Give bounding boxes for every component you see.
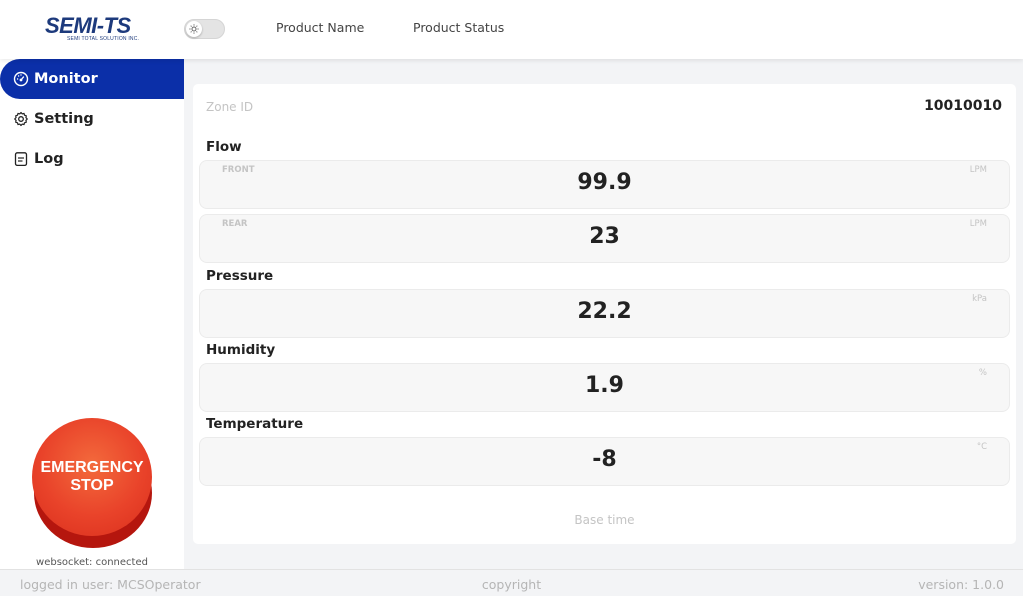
document-icon <box>14 152 28 167</box>
toggle-knob <box>186 21 202 37</box>
sun-icon <box>189 24 199 34</box>
humidity-title: Humidity <box>206 342 276 358</box>
zone-id-value: 10010010 <box>924 98 1002 114</box>
emergency-stop-button[interactable]: EMERGENCY STOP <box>32 418 152 536</box>
emergency-stop-line2: STOP <box>70 477 114 494</box>
websocket-status: websocket: connected <box>36 557 148 568</box>
pressure-title: Pressure <box>206 268 274 284</box>
flow-front-box: FRONT LPM 99.9 <box>199 160 1010 209</box>
temperature-title: Temperature <box>206 416 304 432</box>
nav-product-name[interactable]: Product Name <box>276 20 364 36</box>
flow-rear-value: 23 <box>589 224 620 249</box>
sidebar-item-log[interactable]: Log <box>0 139 184 179</box>
humidity-box: % 1.9 <box>199 363 1010 412</box>
monitor-card: Zone ID 10010010 Flow FRONT LPM 99.9 REA… <box>193 84 1016 544</box>
sidebar-item-label: Monitor <box>34 71 98 87</box>
gear-icon <box>14 111 28 127</box>
logo-text: SEMI-TS <box>45 13 131 38</box>
copyright-text: copyright <box>481 577 542 592</box>
theme-toggle[interactable] <box>184 19 225 39</box>
dashboard-icon <box>13 71 29 87</box>
emergency-stop-wrap: EMERGENCY STOP <box>32 418 152 548</box>
temperature-box: °C -8 <box>199 437 1010 486</box>
zone-id-label: Zone ID <box>206 100 254 114</box>
top-header: SEMI-TS SEMI TOTAL SOLUTION INC. Product… <box>0 0 1023 59</box>
flow-front-value: 99.9 <box>577 170 632 195</box>
sidebar-item-label: Setting <box>34 111 94 127</box>
humidity-value: 1.9 <box>585 373 624 398</box>
emergency-stop-line1: EMERGENCY <box>40 459 144 476</box>
sidebar-item-monitor[interactable]: Monitor <box>0 59 184 99</box>
sidebar: Monitor Setting Log EMERGENCY STOP webso… <box>0 59 184 569</box>
temperature-value: -8 <box>592 447 617 472</box>
sidebar-item-label: Log <box>34 151 64 167</box>
version-text: version: 1.0.0 <box>918 577 1004 592</box>
flow-title: Flow <box>206 139 242 155</box>
flow-rear-box: REAR LPM 23 <box>199 214 1010 263</box>
pressure-value: 22.2 <box>577 299 632 324</box>
base-time-label: Base time <box>574 513 635 527</box>
pressure-box: kPa 22.2 <box>199 289 1010 338</box>
logo-subtext: SEMI TOTAL SOLUTION INC. <box>67 36 140 42</box>
footer: logged in user: MCSOperator copyright ve… <box>0 569 1023 596</box>
semi-ts-logo[interactable]: SEMI-TS SEMI TOTAL SOLUTION INC. <box>45 14 140 44</box>
nav-product-status[interactable]: Product Status <box>413 20 504 36</box>
sidebar-item-setting[interactable]: Setting <box>0 99 184 139</box>
